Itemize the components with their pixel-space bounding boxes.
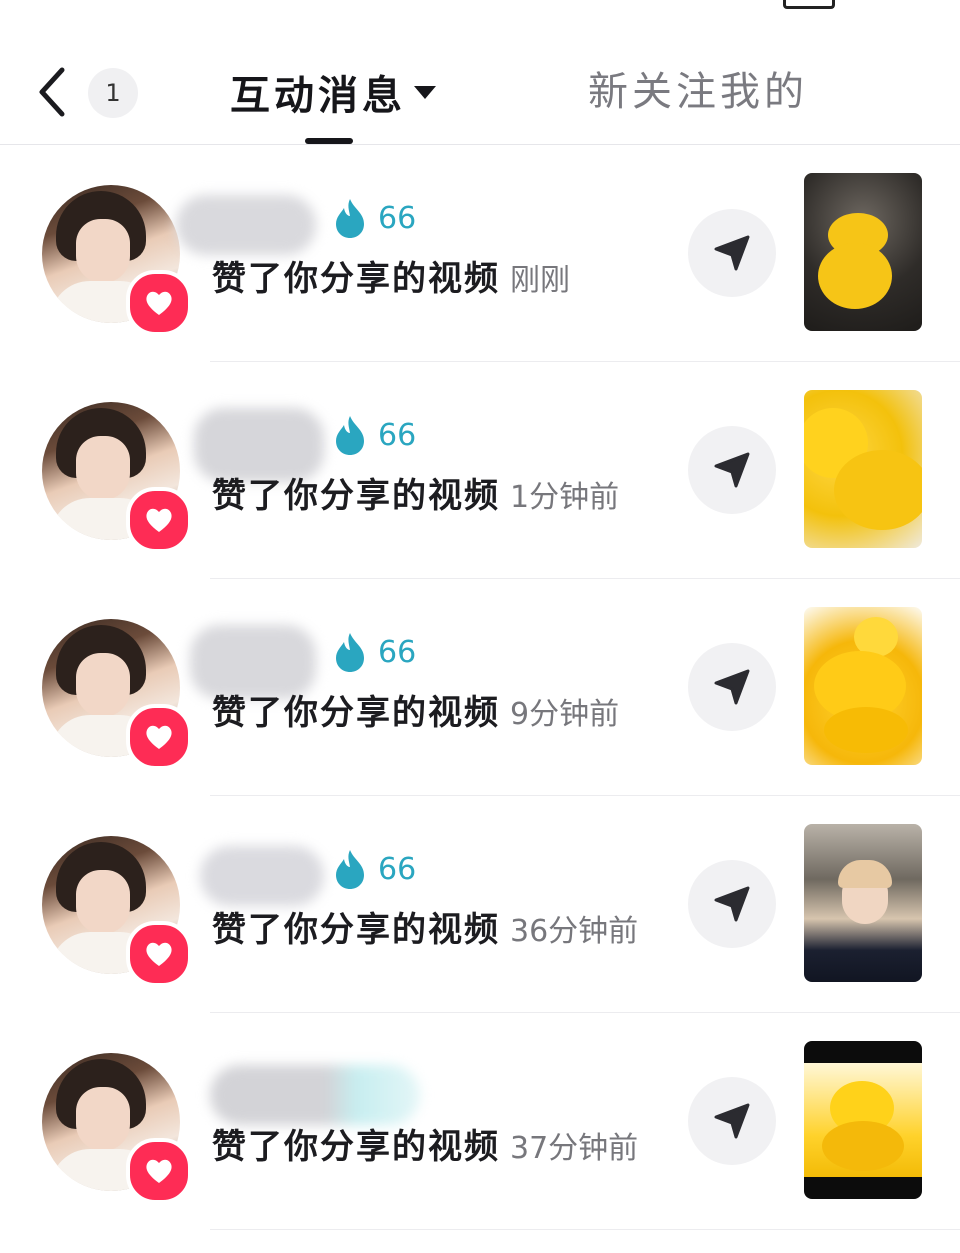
share-button[interactable] — [688, 643, 776, 731]
notification-message: 赞了你分享的视频 刚刚 — [212, 255, 570, 305]
fire-icon — [332, 631, 368, 673]
notification-action: 赞了你分享的视频 — [212, 910, 500, 950]
notification-action: 赞了你分享的视频 — [212, 1127, 500, 1167]
fire-icon — [332, 197, 368, 239]
notification-row[interactable]: 66 赞了你分享的视频 9分钟前 — [0, 579, 960, 796]
like-heart-icon — [126, 487, 192, 553]
notification-row[interactable]: 66 赞了你分享的视频 刚刚 — [0, 145, 960, 362]
unread-count-badge: 1 — [88, 68, 138, 118]
notification-row[interactable]: 66 赞了你分享的视频 36分钟前 — [0, 796, 960, 1013]
fire-count: 66 — [378, 418, 417, 453]
notification-time: 9分钟前 — [510, 697, 620, 732]
active-tab-indicator — [305, 138, 353, 144]
chevron-left-icon — [39, 67, 65, 117]
like-heart-icon — [126, 1138, 192, 1204]
video-thumbnail[interactable] — [804, 390, 922, 548]
notification-time: 刚刚 — [510, 263, 570, 298]
video-thumbnail[interactable] — [804, 824, 922, 982]
like-heart-icon — [126, 704, 192, 770]
username-blurred — [210, 1065, 420, 1125]
notification-action: 赞了你分享的视频 — [212, 693, 500, 733]
fire-icon — [332, 414, 368, 456]
back-button[interactable] — [30, 62, 74, 122]
status-bar — [0, 0, 960, 12]
notification-message: 赞了你分享的视频 36分钟前 — [212, 906, 638, 956]
notification-message: 赞了你分享的视频 9分钟前 — [212, 689, 619, 739]
username-blurred — [200, 846, 324, 906]
battery-icon — [783, 0, 835, 9]
fire-icon — [332, 848, 368, 890]
share-button[interactable] — [688, 860, 776, 948]
tab-new-followers[interactable]: 新关注我的 — [588, 64, 808, 120]
send-arrow-icon — [714, 452, 750, 488]
video-thumbnail[interactable] — [804, 607, 922, 765]
notification-message: 赞了你分享的视频 37分钟前 — [212, 1123, 638, 1173]
notification-action: 赞了你分享的视频 — [212, 476, 500, 516]
notification-message: 赞了你分享的视频 1分钟前 — [212, 472, 619, 522]
username-blurred — [190, 625, 316, 699]
notification-list: 66 赞了你分享的视频 刚刚 66 赞了你分享的视频 1分钟前 66 赞了你分享… — [0, 145, 960, 1230]
username-blurred — [194, 408, 324, 482]
notification-action: 赞了你分享的视频 — [212, 259, 500, 299]
fire-count: 66 — [378, 852, 417, 887]
send-arrow-icon — [714, 235, 750, 271]
tab-interaction-messages-label: 互动消息 — [230, 73, 406, 119]
caret-down-icon — [414, 85, 436, 99]
notification-row[interactable]: 66 赞了你分享的视频 1分钟前 — [0, 362, 960, 579]
video-thumbnail[interactable] — [804, 173, 922, 331]
share-button[interactable] — [688, 1077, 776, 1165]
send-arrow-icon — [714, 886, 750, 922]
notification-row[interactable]: 赞了你分享的视频 37分钟前 — [0, 1013, 960, 1230]
share-button[interactable] — [688, 209, 776, 297]
share-button[interactable] — [688, 426, 776, 514]
send-arrow-icon — [714, 669, 750, 705]
tab-interaction-messages[interactable]: 互动消息 — [230, 64, 436, 120]
username-blurred — [176, 195, 316, 255]
like-heart-icon — [126, 921, 192, 987]
notification-time: 36分钟前 — [510, 914, 639, 949]
notification-time: 1分钟前 — [510, 480, 620, 515]
video-thumbnail[interactable] — [804, 1041, 922, 1199]
fire-count: 66 — [378, 635, 417, 670]
notification-time: 37分钟前 — [510, 1131, 639, 1166]
send-arrow-icon — [714, 1103, 750, 1139]
fire-count: 66 — [378, 201, 417, 236]
like-heart-icon — [126, 270, 192, 336]
header-bar: 1 互动消息 新关注我的 — [0, 40, 960, 145]
